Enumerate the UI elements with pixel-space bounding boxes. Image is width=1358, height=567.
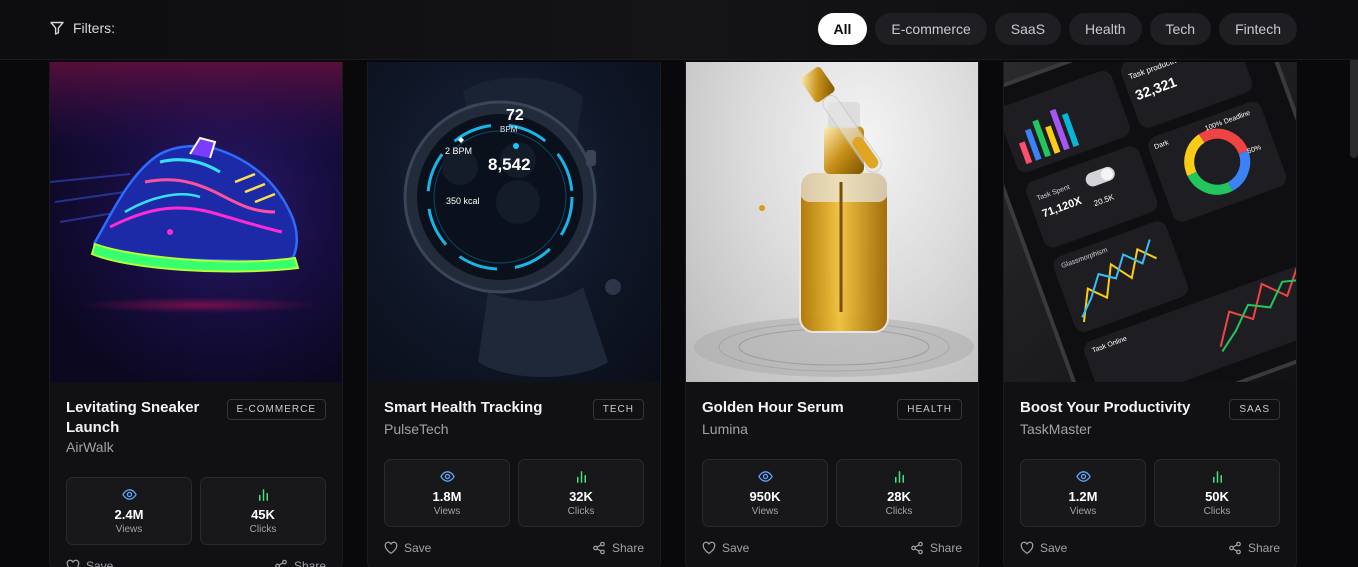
heart-icon xyxy=(384,541,398,554)
views-value: 1.2M xyxy=(1068,489,1098,504)
share-icon xyxy=(593,541,605,555)
clicks-label: Clicks xyxy=(1203,506,1231,517)
clicks-value: 32K xyxy=(569,489,593,504)
watch-steps: 8,542 xyxy=(488,155,531,174)
heart-icon xyxy=(702,541,716,554)
filter-chip-saas[interactable]: SaaS xyxy=(994,13,1062,45)
share-button[interactable]: Share xyxy=(910,541,962,555)
card-title: Boost Your Productivity xyxy=(1020,399,1191,416)
bar-chart-icon xyxy=(1212,471,1222,483)
eye-icon xyxy=(1075,471,1091,482)
bar-chart-icon xyxy=(576,471,586,483)
views-value: 950K xyxy=(749,489,781,504)
card-image: 72 BPM 2 BPM 8,542 350 kcal xyxy=(368,62,660,382)
save-label: Save xyxy=(722,541,750,555)
share-label: Share xyxy=(929,541,962,555)
filter-chip-all[interactable]: All xyxy=(817,13,868,45)
share-icon xyxy=(911,541,923,555)
brand-name: AirWalk xyxy=(66,439,114,455)
brand-name: Lumina xyxy=(702,421,748,437)
campaign-card[interactable]: 72 BPM 2 BPM 8,542 350 kcal Smart Health… xyxy=(367,62,661,567)
filter-icon xyxy=(50,21,64,35)
views-label: Views xyxy=(433,506,461,517)
filter-chip-health[interactable]: Health xyxy=(1069,13,1142,45)
heart-icon xyxy=(1020,541,1034,554)
eye-icon xyxy=(121,489,137,500)
share-button[interactable]: Share xyxy=(1228,541,1280,555)
clicks-label: Clicks xyxy=(885,506,913,517)
filter-bar: Filters: All E-commerce SaaS Health Tech… xyxy=(0,0,1358,60)
save-label: Save xyxy=(404,541,432,555)
eye-icon xyxy=(757,471,773,482)
share-button[interactable]: Share xyxy=(592,541,644,555)
save-button[interactable]: Save xyxy=(1020,541,1067,555)
bar-chart-icon xyxy=(894,471,904,483)
views-label: Views xyxy=(751,506,779,517)
card-image: Task productive 32,321 20.5K Task Spent … xyxy=(1004,62,1296,382)
save-button[interactable]: Save xyxy=(66,559,113,567)
save-label: Save xyxy=(86,559,114,567)
eye-icon xyxy=(439,471,455,482)
brand-name: PulseTech xyxy=(384,421,449,437)
campaign-grid: Levitating Sneaker Launch E-COMMERCE Air… xyxy=(49,62,1297,567)
watch-bpm-unit: BPM xyxy=(500,125,518,134)
save-button[interactable]: Save xyxy=(702,541,749,555)
clicks-value: 50K xyxy=(1205,489,1229,504)
watch-kcal: 350 kcal xyxy=(446,196,480,206)
share-label: Share xyxy=(293,559,326,567)
filter-chip-fintech[interactable]: Fintech xyxy=(1219,13,1297,45)
save-label: Save xyxy=(1040,541,1068,555)
share-label: Share xyxy=(1247,541,1280,555)
filter-chip-ecommerce[interactable]: E-commerce xyxy=(875,13,987,45)
clicks-label: Clicks xyxy=(567,506,595,517)
share-button[interactable]: Share xyxy=(274,559,326,567)
smartwatch-icon: 72 BPM 2 BPM 8,542 350 kcal xyxy=(403,77,621,377)
campaign-card[interactable]: Golden Hour Serum HEALTH Lumina 950K Vie… xyxy=(685,62,979,567)
filters-label-text: Filters: xyxy=(73,20,115,36)
views-value: 2.4M xyxy=(114,507,144,522)
brand-name: TaskMaster xyxy=(1020,421,1092,437)
dashboard-phone-icon: Task productive 32,321 20.5K Task Spent … xyxy=(1004,62,1296,382)
clicks-label: Clicks xyxy=(249,524,277,535)
serum-bottle-icon xyxy=(694,67,974,377)
views-stat: 2.4M Views xyxy=(66,477,192,545)
heart-icon xyxy=(66,559,80,567)
watch-stat-left: 2 BPM xyxy=(445,146,472,156)
bar-chart-icon xyxy=(258,489,268,501)
campaign-card[interactable]: Task productive 32,321 20.5K Task Spent … xyxy=(1003,62,1297,567)
card-title: Levitating Sneaker Launch xyxy=(66,399,200,436)
clicks-stat: 50K Clicks xyxy=(1154,459,1280,527)
share-icon xyxy=(1229,541,1241,555)
views-stat: 950K Views xyxy=(702,459,828,527)
save-button[interactable]: Save xyxy=(384,541,431,555)
category-tag: SAAS xyxy=(1229,399,1280,420)
category-tag: E-COMMERCE xyxy=(226,399,326,420)
neon-sneaker-icon xyxy=(50,62,342,382)
clicks-stat: 28K Clicks xyxy=(836,459,962,527)
card-title: Golden Hour Serum xyxy=(702,399,844,416)
category-tag: HEALTH xyxy=(897,399,962,420)
filter-chip-tech[interactable]: Tech xyxy=(1149,13,1212,45)
filters-label: Filters: xyxy=(49,20,115,36)
card-title: Smart Health Tracking xyxy=(384,399,543,416)
card-image xyxy=(686,62,978,382)
share-icon xyxy=(275,559,287,567)
views-stat: 1.8M Views xyxy=(384,459,510,527)
watch-bpm: 72 xyxy=(506,107,524,124)
views-label: Views xyxy=(1069,506,1097,517)
clicks-value: 28K xyxy=(887,489,911,504)
clicks-value: 45K xyxy=(251,507,275,522)
share-label: Share xyxy=(611,541,644,555)
clicks-stat: 32K Clicks xyxy=(518,459,644,527)
clicks-stat: 45K Clicks xyxy=(200,477,326,545)
campaign-card[interactable]: Levitating Sneaker Launch E-COMMERCE Air… xyxy=(49,62,343,567)
views-label: Views xyxy=(115,524,143,535)
views-value: 1.8M xyxy=(432,489,462,504)
views-stat: 1.2M Views xyxy=(1020,459,1146,527)
category-tag: TECH xyxy=(592,399,644,420)
filter-chips: All E-commerce SaaS Health Tech Fintech xyxy=(817,13,1297,45)
card-image xyxy=(50,62,342,382)
